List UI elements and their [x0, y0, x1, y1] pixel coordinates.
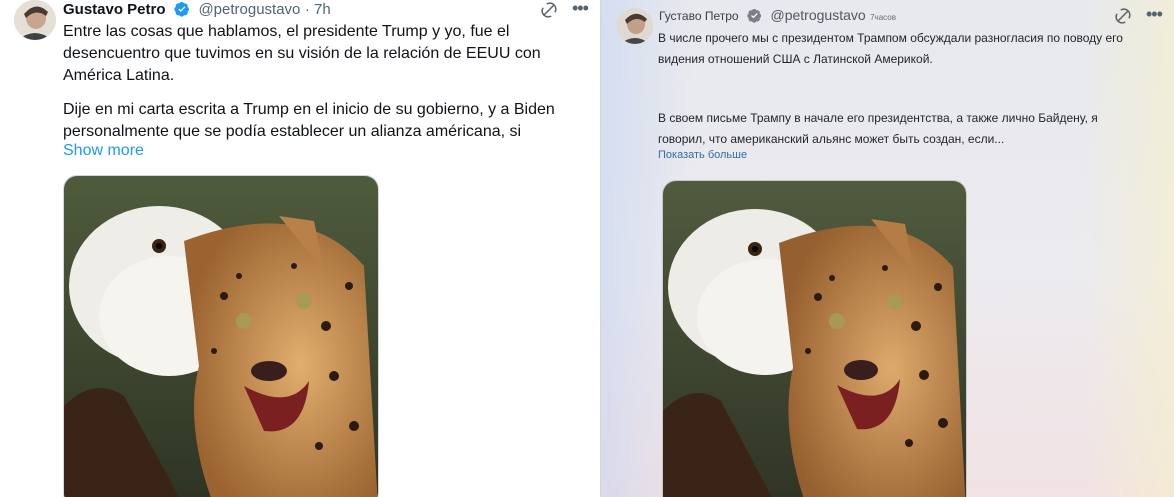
grok-icon[interactable] — [1114, 7, 1132, 25]
tweet-image-eagle-jaguar[interactable] — [662, 180, 967, 497]
show-more-link[interactable]: Show more — [63, 142, 144, 160]
tweet-actions: ••• — [540, 0, 590, 19]
more-icon[interactable]: ••• — [572, 0, 590, 19]
tweet-actions: ••• — [1114, 5, 1164, 25]
verified-badge-icon — [747, 8, 762, 28]
tweet-image-eagle-jaguar[interactable] — [63, 175, 379, 497]
verified-badge-icon — [174, 1, 190, 22]
avatar[interactable] — [14, 0, 56, 40]
author-name[interactable]: Густаво Петро — [659, 9, 739, 23]
tweet-time[interactable]: · 7h — [305, 1, 331, 18]
tweet-text-paragraph-1: Entre las cosas que hablamos, el preside… — [63, 23, 541, 84]
avatar[interactable] — [617, 8, 653, 44]
tweet-text-paragraph-2: Dije en mi carta escrita a Trump en el i… — [63, 101, 555, 140]
author-handle[interactable]: @petrogustavo — [198, 1, 300, 18]
original-tweet-panel: Gustavo Petro @petrogustavo · 7h ••• Ent… — [0, 0, 600, 497]
tweet-time[interactable]: 7часов — [870, 13, 896, 22]
translated-tweet-panel: Густаво Петро @petrogustavo 7часов ••• В… — [601, 0, 1174, 497]
tweet-text-paragraph-1: В числе прочего мы с президентом Трампом… — [658, 31, 1123, 66]
grok-icon[interactable] — [540, 1, 558, 19]
author-handle[interactable]: @petrogustavo — [771, 7, 866, 23]
more-icon[interactable]: ••• — [1146, 5, 1164, 25]
author-name[interactable]: Gustavo Petro — [63, 1, 166, 18]
tweet-header: Gustavo Petro @petrogustavo · 7h ••• — [63, 0, 590, 22]
tweet-header: Густаво Петро @petrogustavo 7часов ••• — [659, 5, 1164, 28]
tweet-text-paragraph-2: В своем письме Трампу в начале его прези… — [658, 111, 1098, 146]
show-more-link[interactable]: Показать больше — [658, 149, 747, 161]
